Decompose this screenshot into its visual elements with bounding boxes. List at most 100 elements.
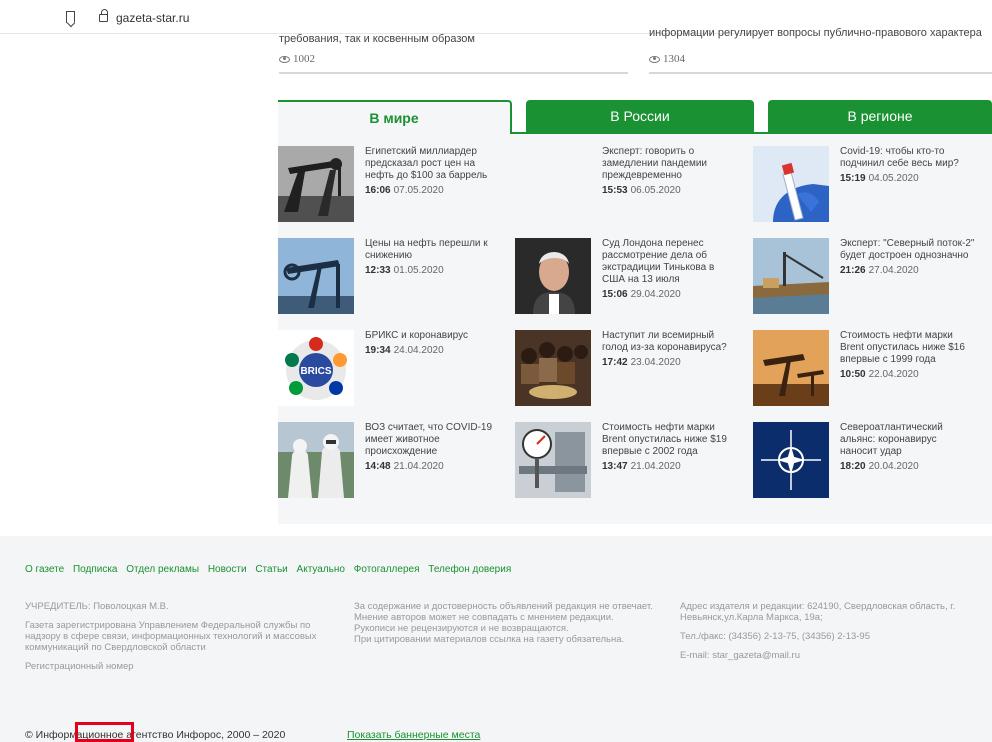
tab-russia[interactable]: В России: [526, 100, 754, 134]
news-title-text: Эксперт: "Северный поток-2" будет достро…: [840, 238, 975, 261]
registration-number: Регистрационный номер: [25, 661, 134, 672]
show-banner-places-link[interactable]: Показать баннерные места: [347, 729, 480, 741]
news-time: 12:33: [365, 265, 391, 276]
news-meta: 14:48 21.04.2020: [365, 461, 501, 473]
news-title-text: Covid-19: чтобы кто-то подчинил себе вес…: [840, 146, 959, 169]
view-count: 1304: [649, 53, 685, 65]
footer-link-gallery[interactable]: Фотогаллерея: [354, 564, 420, 575]
article-stub-text: информации регулирует вопросы публично-п…: [649, 27, 982, 39]
news-title-text: Суд Лондона перенес рассмотрение дела об…: [602, 238, 715, 285]
site-footer: О газете Подписка Отдел рекламы Новости …: [0, 536, 992, 742]
footer-founder-column: УЧРЕДИТЕЛЬ: Поволоцкая М.В. Газета зарег…: [25, 601, 340, 680]
children-image[interactable]: [515, 330, 591, 406]
article-stub[interactable]: информации регулирует вопросы публично-п…: [649, 27, 992, 75]
footer-link-articles[interactable]: Статьи: [255, 564, 287, 575]
news-meta: 21:26 27.04.2020: [840, 265, 976, 277]
disclaimer-line: За содержание и достоверность объявлений…: [354, 601, 653, 612]
news-meta: 15:53 06.05.2020: [602, 185, 738, 197]
news-title-text: Стоимость нефти марки Brent опустилась н…: [840, 330, 965, 365]
news-time: 19:34: [365, 345, 391, 356]
address-text: Адрес издателя и редакции: 624190, Сверд…: [680, 601, 956, 623]
news-date: 27.04.2020: [868, 265, 919, 276]
news-item[interactable]: Эксперт: "Северный поток-2" будет достро…: [753, 226, 979, 314]
highlight-box: [75, 722, 134, 742]
hazmat-image[interactable]: [278, 422, 354, 498]
footer-link-advertising[interactable]: Отдел рекламы: [126, 564, 199, 575]
article-stub[interactable]: требования, так и косвенным образом 1002: [279, 33, 629, 75]
email-text: E-mail: star_gazeta@mail.ru: [680, 650, 800, 661]
oil-pumps-image[interactable]: [278, 146, 354, 222]
news-title-text: Стоимость нефти марки Brent опустилась н…: [602, 422, 727, 457]
news-title-text: Египетский миллиардер предсказал рост це…: [365, 146, 488, 181]
news-time: 21:26: [840, 265, 866, 276]
news-item[interactable]: Наступит ли всемирный голод из-за корона…: [515, 318, 741, 406]
news-title: ВОЗ считает, что COVID-19 имеет животное…: [365, 422, 501, 473]
news-item[interactable]: Эксперт: говорить о замедлении пандемии …: [515, 134, 741, 214]
news-item[interactable]: Египетский миллиардер предсказал рост це…: [278, 134, 504, 222]
brics-label: BRICS: [300, 366, 331, 377]
news-item[interactable]: Стоимость нефти марки Brent опустилась н…: [515, 410, 741, 498]
registration-text: Газета зарегистрирована Управлением Феде…: [25, 620, 317, 653]
news-date: 07.05.2020: [393, 185, 444, 196]
test-tube-image[interactable]: [753, 146, 829, 222]
news-title-text: ВОЗ считает, что COVID-19 имеет животное…: [365, 422, 493, 457]
man-portrait-image[interactable]: [515, 238, 591, 314]
divider: [649, 72, 992, 74]
founder-text: УЧРЕДИТЕЛЬ: Поволоцкая М.В.: [25, 601, 169, 612]
pipe-ship-image[interactable]: [753, 238, 829, 314]
news-date: 21.04.2020: [630, 461, 681, 472]
footer-link-topical[interactable]: Актуально: [297, 564, 345, 575]
tab-region[interactable]: В регионе: [768, 100, 992, 134]
view-count-value: 1002: [293, 53, 315, 65]
news-item[interactable]: BRICS БРИКС и коронавирус 19:34 24.04.202…: [278, 318, 504, 406]
view-count: 1002: [279, 53, 315, 65]
news-panel: Египетский миллиардер предсказал рост це…: [278, 134, 992, 524]
news-date: 04.05.2020: [868, 173, 919, 184]
disclaimer-line: Рукописи не рецензируются и не возвращаю…: [354, 623, 569, 634]
oil-field-image[interactable]: [753, 330, 829, 406]
footer-nav: О газете Подписка Отдел рекламы Новости …: [25, 564, 517, 575]
news-meta: 17:42 23.04.2020: [602, 357, 738, 369]
news-item[interactable]: ВОЗ считает, что COVID-19 имеет животное…: [278, 410, 504, 498]
footer-disclaimer-column: За содержание и достоверность объявлений…: [354, 601, 664, 645]
news-title: Цены на нефть перешли к снижению 12:33 01…: [365, 238, 501, 277]
bookmark-icon[interactable]: [66, 11, 75, 23]
nato-image[interactable]: [753, 422, 829, 498]
news-meta: 15:19 04.05.2020: [840, 173, 976, 185]
oil-pump-image[interactable]: [278, 238, 354, 314]
news-title-text: Североатлантический альянс: коронавирус …: [840, 422, 943, 457]
footer-link-subscription[interactable]: Подписка: [73, 564, 118, 575]
news-title-text: Эксперт: говорить о замедлении пандемии …: [602, 146, 708, 181]
news-time: 18:20: [840, 461, 866, 472]
gauge-image[interactable]: [515, 422, 591, 498]
footer-link-about[interactable]: О газете: [25, 564, 64, 575]
news-title: Египетский миллиардер предсказал рост це…: [365, 146, 501, 197]
news-time: 15:53: [602, 185, 628, 196]
news-item[interactable]: Суд Лондона перенес рассмотрение дела об…: [515, 226, 741, 314]
disclaimer-line: При цитировании материалов ссылка на газ…: [354, 634, 625, 645]
brics-logo-image[interactable]: BRICS: [278, 330, 354, 406]
news-date: 21.04.2020: [393, 461, 444, 472]
tab-world[interactable]: В мире: [278, 100, 512, 134]
news-item[interactable]: Covid-19: чтобы кто-то подчинил себе вес…: [753, 134, 979, 222]
news-date: 24.04.2020: [393, 345, 444, 356]
news-time: 10:50: [840, 369, 866, 380]
news-title: Стоимость нефти марки Brent опустилась н…: [840, 330, 976, 381]
news-item[interactable]: Североатлантический альянс: коронавирус …: [753, 410, 979, 498]
news-date: 23.04.2020: [630, 357, 681, 368]
news-title-text: Цены на нефть перешли к снижению: [365, 238, 488, 261]
divider: [279, 72, 628, 74]
footer-link-hotline[interactable]: Телефон доверия: [428, 564, 511, 575]
phone-text: Тел./факс: (34356) 2-13-75, (34356) 2-13…: [680, 631, 870, 642]
news-item[interactable]: Стоимость нефти марки Brent опустилась н…: [753, 318, 979, 406]
lock-icon: [99, 9, 108, 22]
disclaimer-line: Мнение авторов может не совпадать с мнен…: [354, 612, 614, 623]
news-title: Эксперт: говорить о замедлении пандемии …: [602, 146, 738, 197]
url-text[interactable]: gazeta-star.ru: [116, 11, 189, 25]
footer-link-news[interactable]: Новости: [208, 564, 247, 575]
news-meta: 18:20 20.04.2020: [840, 461, 976, 473]
news-meta: 12:33 01.05.2020: [365, 265, 501, 277]
news-item[interactable]: Цены на нефть перешли к снижению 12:33 01…: [278, 226, 504, 314]
news-time: 15:19: [840, 173, 866, 184]
eye-icon: [279, 55, 290, 63]
